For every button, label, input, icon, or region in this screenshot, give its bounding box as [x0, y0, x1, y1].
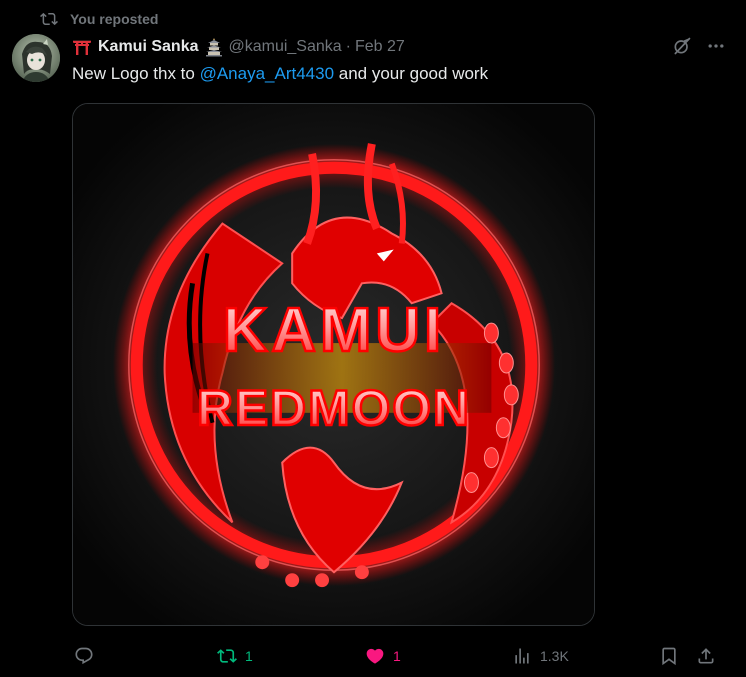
tweet-image[interactable]: KAMUI REDMOON	[72, 103, 595, 626]
views-button[interactable]: 1.3K	[512, 641, 569, 671]
tweet-top-actions	[672, 36, 726, 56]
tweet-text: New Logo thx to @Anaya_Art4430 and your …	[72, 62, 488, 86]
tweet-header: Kamui Sanka @kamui_Sanka · Feb 27	[72, 36, 405, 58]
like-count: 1	[393, 648, 401, 664]
logo-text-line1: KAMUI	[223, 296, 445, 365]
heart-icon	[365, 646, 385, 666]
share-button[interactable]	[696, 641, 716, 671]
torii-gate-emoji	[72, 37, 92, 57]
repost-icon	[217, 646, 237, 666]
reply-icon	[74, 646, 94, 666]
reply-button[interactable]	[74, 641, 94, 671]
views-count: 1.3K	[540, 648, 569, 664]
tweet-date[interactable]: Feb 27	[355, 38, 405, 56]
avatar[interactable]	[12, 34, 60, 82]
tweet-text-before: New Logo thx to	[72, 64, 200, 83]
author-name[interactable]: Kamui Sanka	[72, 37, 224, 57]
grok-icon[interactable]	[672, 36, 692, 56]
repost-count: 1	[245, 648, 253, 664]
repost-button[interactable]: 1	[217, 641, 253, 671]
tweet-action-bar: 1 1 1.3K	[72, 641, 726, 671]
repost-indicator: You reposted	[40, 9, 158, 29]
repost-label: You reposted	[70, 11, 159, 27]
more-icon[interactable]	[706, 36, 726, 56]
pagoda-emoji	[204, 37, 224, 57]
repost-icon	[40, 10, 58, 28]
logo-text-line2: REDMOON	[197, 380, 471, 436]
share-icon	[696, 646, 716, 666]
bookmark-icon	[659, 646, 679, 666]
mention-link[interactable]: @Anaya_Art4430	[200, 64, 334, 83]
bookmark-button[interactable]	[659, 641, 679, 671]
tweet-text-after: and your good work	[334, 64, 489, 83]
views-icon	[512, 646, 532, 666]
separator-dot: ·	[345, 38, 351, 55]
author-name-text[interactable]: Kamui Sanka	[98, 38, 198, 56]
like-button[interactable]: 1	[365, 641, 401, 671]
author-handle[interactable]: @kamui_Sanka	[228, 38, 341, 56]
